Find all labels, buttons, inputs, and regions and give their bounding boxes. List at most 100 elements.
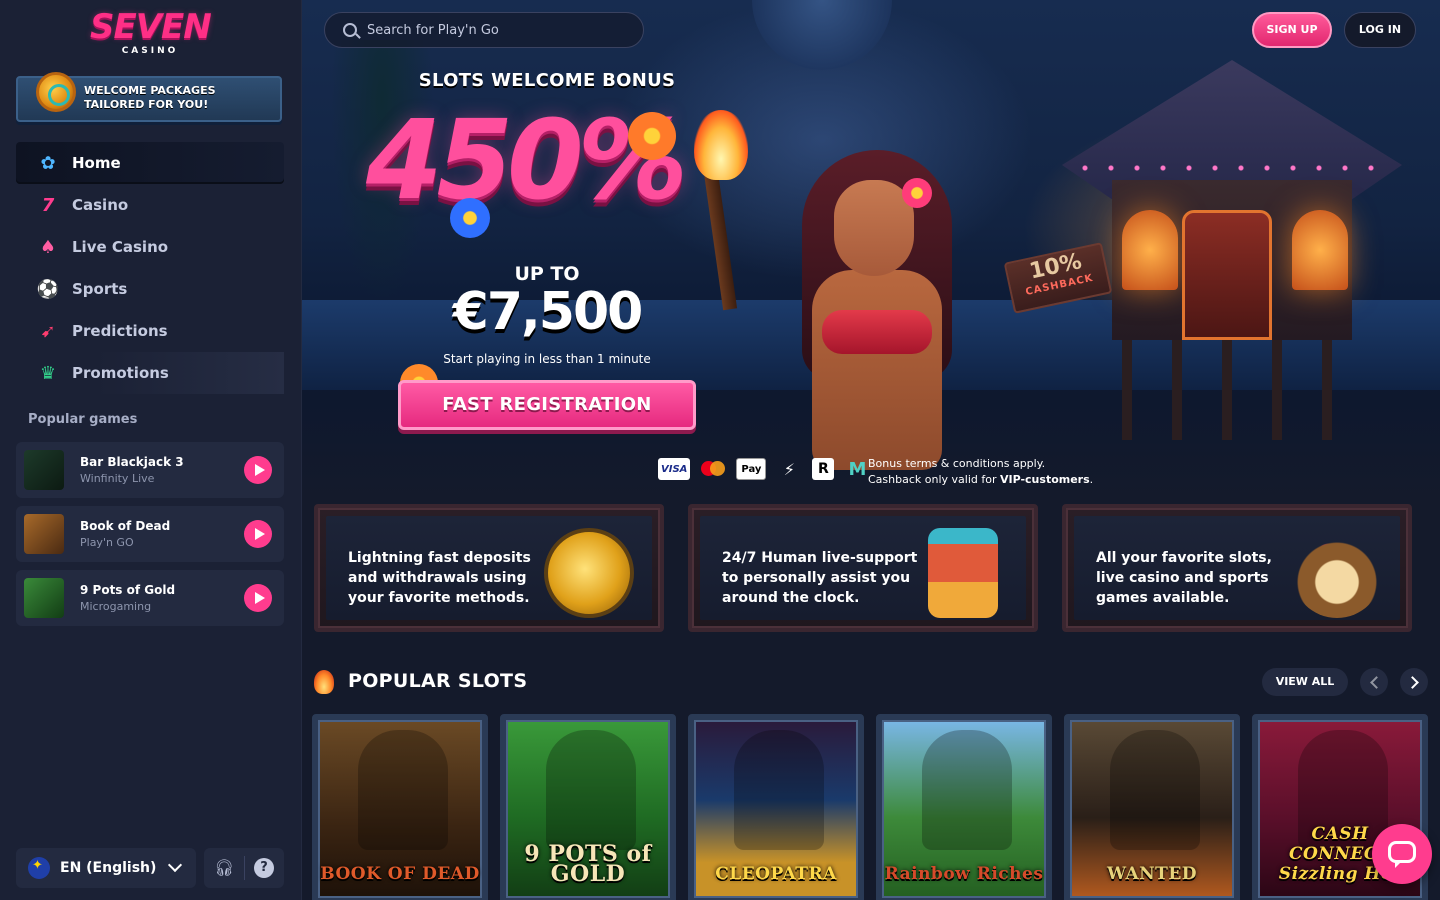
seven-icon: 7 [41, 194, 55, 216]
popular-games-heading: Popular games [28, 412, 138, 427]
headset-icon[interactable]: 🎧︎ [214, 858, 234, 878]
moon-decoration [752, 0, 892, 70]
game-name: 9 Pots of Gold [80, 583, 176, 597]
game-name: Book of Dead [80, 519, 171, 533]
help-icon[interactable]: ? [254, 858, 274, 878]
play-button[interactable] [244, 456, 272, 484]
slot-tile[interactable]: CLEOPATRA [688, 714, 864, 900]
feature-text: Lightning fast deposits and withdrawals … [348, 550, 531, 606]
search-input[interactable] [367, 22, 627, 38]
nav-item-casino[interactable]: 7 Casino [16, 184, 284, 226]
support-tools: 🎧︎ ? [204, 848, 284, 888]
slot-name: CLEOPATRA [715, 864, 837, 884]
bonus-terms: Bonus terms & conditions apply. Cashback… [868, 456, 1093, 488]
hut-door [1182, 210, 1272, 340]
blue-flower-icon [450, 198, 490, 238]
logo-wordmark: SEVEN [90, 7, 212, 47]
body [812, 270, 942, 470]
top [822, 310, 932, 354]
tiki-mask-icon [928, 528, 998, 618]
slot-tile[interactable]: BOOK OF DEAD [312, 714, 488, 900]
terms-line-2: Cashback only valid for VIP-customers. [868, 472, 1093, 488]
feature-card-body: Lightning fast deposits and withdrawals … [326, 516, 652, 620]
main-content: 10% CASHBACK SLOTS WELCOME BONUS 450% UP… [302, 0, 1440, 900]
eu-flag-icon [28, 857, 50, 879]
play-button[interactable] [244, 584, 272, 612]
stopwatch-icon [544, 528, 634, 618]
popular-slots-heading: POPULAR SLOTS [348, 670, 528, 692]
slot-name: Rainbow Riches [884, 864, 1044, 884]
tiki-icon: ♛ [39, 362, 57, 384]
game-thumbnail [24, 450, 64, 490]
nav-item-sports[interactable]: ⚽ Sports [16, 268, 284, 310]
game-thumbnail [24, 578, 64, 618]
popular-game-card[interactable]: Bar Blackjack 3 Winfinity Live [16, 442, 284, 498]
slot-tile[interactable]: Rainbow Riches [876, 714, 1052, 900]
nav-item-label: Predictions [72, 322, 168, 340]
slot-name: WANTED [1106, 864, 1198, 884]
welcome-packages-banner[interactable]: WELCOME PACKAGES TAILORED FOR YOU! [16, 72, 282, 122]
flame-icon [314, 670, 334, 694]
instant-pay-icon: ⚡ [783, 459, 796, 479]
hut-window [1292, 210, 1348, 290]
language-label: EN (English) [60, 860, 157, 876]
slot-character [358, 730, 448, 850]
play-button[interactable] [244, 520, 272, 548]
search-bar[interactable] [324, 12, 644, 48]
language-selector[interactable]: EN (English) [16, 848, 196, 888]
view-all-button[interactable]: VIEW ALL [1262, 668, 1348, 696]
predictions-icon: ➹ [40, 320, 56, 342]
popular-game-card[interactable]: Book of Dead Play'n GO [16, 506, 284, 562]
sign-up-button[interactable]: SIGN UP [1252, 12, 1332, 48]
main-nav: ✿ Home 7 Casino ♠ Live Casino ⚽ Sports ➹… [16, 142, 284, 394]
nav-item-label: Home [72, 154, 121, 172]
hero-subtext: Start playing in less than 1 minute [443, 352, 651, 366]
poker-chip-icon: ♠ [39, 236, 57, 258]
feature-card-body: 24/7 Human live-support to personally as… [700, 516, 1026, 620]
slot-character [922, 730, 1012, 850]
game-provider: Microgaming [80, 600, 152, 613]
carousel-prev-button[interactable] [1360, 668, 1388, 696]
revolut-icon: R [812, 458, 835, 480]
terms-line-1: Bonus terms & conditions apply. [868, 457, 1046, 470]
seven-casino-logo[interactable]: SEVEN CASINO [90, 7, 212, 56]
visa-icon: VISA [658, 458, 691, 480]
welcome-banner-text: WELCOME PACKAGES TAILORED FOR YOU! [84, 84, 216, 111]
fast-registration-button[interactable]: FAST REGISTRATION [398, 380, 696, 430]
orange-flower-icon [628, 112, 676, 160]
nav-item-live-casino[interactable]: ♠ Live Casino [16, 226, 284, 268]
hero-banner[interactable]: 10% CASHBACK SLOTS WELCOME BONUS 450% UP… [302, 0, 1440, 500]
hut-stilts [1122, 340, 1342, 440]
game-provider: Play'n GO [80, 536, 134, 549]
carousel-next-button[interactable] [1400, 668, 1428, 696]
hostess-illustration [742, 150, 982, 470]
hut-window [1122, 210, 1178, 290]
sidebar: SEVEN CASINO WELCOME PACKAGES TAILORED F… [0, 0, 302, 900]
chevron-down-icon [167, 857, 183, 873]
game-name: Bar Blackjack 3 [80, 455, 184, 469]
live-chat-button[interactable] [1372, 824, 1432, 884]
string-lights [1072, 164, 1392, 172]
feature-card-body: All your favorite slots, live casino and… [1074, 516, 1400, 620]
apple-pay-icon: Pay [736, 458, 767, 480]
slot-name: BOOK OF DEAD [320, 864, 480, 884]
hero-amount: €7,500 [452, 282, 644, 342]
terms-suffix: . [1089, 473, 1094, 486]
tiki-hut-illustration [1062, 60, 1402, 440]
logo-subtitle: CASINO [121, 46, 179, 56]
nav-item-home[interactable]: ✿ Home [16, 142, 284, 184]
slot-tile[interactable]: WANTED [1064, 714, 1240, 900]
log-in-button[interactable]: LOG IN [1344, 12, 1416, 48]
feature-card-support: 24/7 Human live-support to personally as… [688, 504, 1038, 632]
hut-roof [1062, 60, 1402, 200]
nav-item-promotions[interactable]: ♛ Promotions [16, 352, 284, 394]
slot-character [1110, 730, 1200, 850]
divider [244, 856, 245, 880]
coconut-drink-icon [1292, 528, 1382, 618]
terms-prefix: Cashback only valid for [868, 473, 1000, 486]
home-flower-icon: ✿ [40, 152, 56, 174]
popular-game-card[interactable]: 9 Pots of Gold Microgaming [16, 570, 284, 626]
nav-item-predictions[interactable]: ➹ Predictions [16, 310, 284, 352]
slot-tile[interactable]: 9 POTS of GOLD [500, 714, 676, 900]
slot-name: 9 POTS of GOLD [524, 841, 652, 887]
